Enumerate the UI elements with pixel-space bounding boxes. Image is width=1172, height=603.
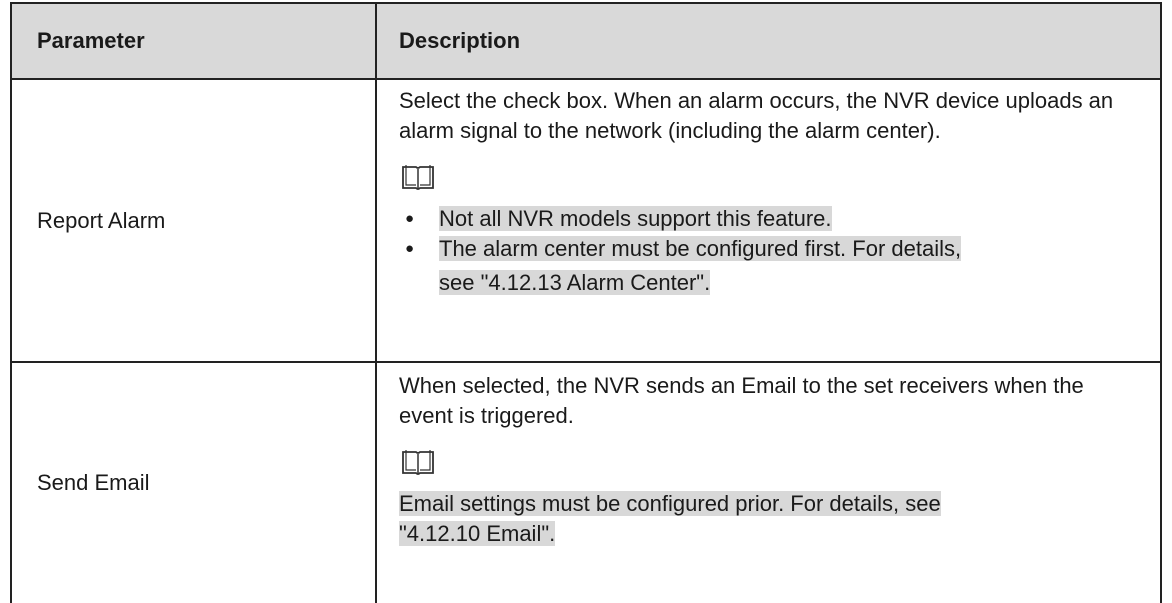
list-item: Not all NVR models support this feature. [399, 204, 1140, 234]
book-note-icon [402, 450, 434, 475]
table-row: Report Alarm Select the check box. When … [10, 80, 1162, 363]
header-description: Description [399, 28, 521, 53]
alarm-center-link[interactable]: "4.12.13 Alarm Center". [480, 270, 711, 295]
book-note-icon [402, 165, 434, 190]
see-reference-line: see "4.12.13 Alarm Center". [439, 270, 711, 295]
header-parameter: Parameter [12, 4, 377, 78]
table-row: Send Email When selected, the NVR sends … [10, 363, 1162, 603]
note-text-link-line: "4.12.10 Email". [399, 519, 1140, 549]
desc-text: Select the check box. When an alarm occu… [399, 88, 1114, 143]
param-send-email: Send Email [12, 363, 377, 603]
desc-send-email: When selected, the NVR sends an Email to… [377, 363, 1160, 603]
email-link[interactable]: "4.12.10 Email". [399, 521, 556, 546]
parameter-table: Parameter Description Report Alarm Selec… [10, 2, 1162, 603]
desc-text: When selected, the NVR sends an Email to… [399, 373, 1084, 428]
list-item: The alarm center must be configured firs… [399, 234, 1140, 264]
note-text: Email settings must be configured prior.… [399, 491, 941, 516]
desc-report-alarm: Select the check box. When an alarm occu… [377, 80, 1160, 361]
note-bullet-list: Not all NVR models support this feature.… [399, 204, 1140, 264]
param-report-alarm: Report Alarm [12, 80, 377, 361]
table-header-row: Parameter Description [10, 2, 1162, 80]
